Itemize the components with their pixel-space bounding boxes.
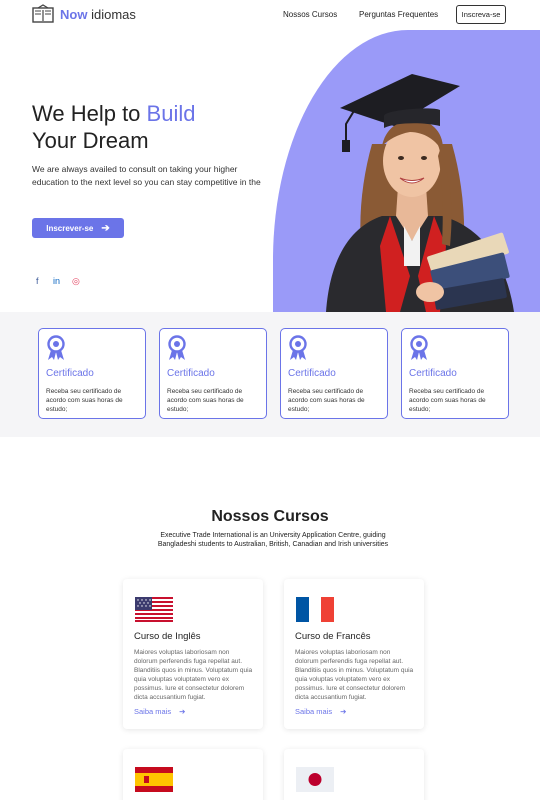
nav-perguntas-frequentes[interactable]: Perguntas Frequentes <box>359 10 438 19</box>
certificate-title: Certificado <box>409 368 457 379</box>
certificate-title: Certificado <box>167 368 215 379</box>
inscrever-se-label: Inscrever-se <box>46 223 94 233</box>
course-card-japones[interactable] <box>284 749 424 800</box>
hero-title-part2: Your Dream <box>32 128 149 153</box>
course-card-espanhol[interactable] <box>123 749 263 800</box>
courses-title: Nossos Cursos <box>211 508 329 525</box>
saiba-mais-link[interactable]: Saiba mais ➔ <box>295 707 346 716</box>
logo[interactable]: Now idiomas <box>32 4 136 24</box>
courses-subtitle: Executive Trade International is an Univ… <box>157 532 389 548</box>
france-flag-icon <box>296 597 334 622</box>
certificate-desc: Receba seu certificado de acordo com sua… <box>46 388 123 413</box>
saiba-mais-link[interactable]: Saiba mais ➔ <box>134 707 185 716</box>
arrow-right-icon: ➔ <box>340 707 347 716</box>
facebook-icon[interactable]: f <box>36 276 39 286</box>
graduate-student-image <box>326 74 514 312</box>
certificate-card: Certificado Receba seu certificado de ac… <box>38 328 146 419</box>
book-logo-icon <box>32 4 54 23</box>
award-ribbon-icon <box>289 335 307 360</box>
site-header: Now idiomas Nossos Cursos Perguntas Freq… <box>0 0 540 30</box>
hero-subtitle: We are always availed to consult on taki… <box>32 164 261 187</box>
certificate-desc: Receba seu certificado de acordo com sua… <box>167 388 244 413</box>
course-card-ingles[interactable]: Curso de Inglês Maiores voluptas laborio… <box>123 579 263 729</box>
award-ribbon-icon <box>410 335 428 360</box>
course-card-frances[interactable]: Curso de Francês Maiores voluptas labori… <box>284 579 424 729</box>
instagram-icon[interactable]: ◎ <box>72 276 80 287</box>
certificate-desc: Receba seu certificado de acordo com sua… <box>409 388 486 413</box>
certificate-title: Certificado <box>288 368 336 379</box>
inscreva-se-button[interactable]: Inscreva-se <box>456 5 506 24</box>
japan-flag-icon <box>296 767 334 792</box>
hero-title: We Help to Build Your Dream <box>32 100 272 154</box>
nav-nossos-cursos[interactable]: Nossos Cursos <box>283 10 337 19</box>
award-ribbon-icon <box>47 335 65 360</box>
certificate-card: Certificado Receba seu certificado de ac… <box>401 328 509 419</box>
award-ribbon-icon <box>168 335 186 360</box>
course-desc: Maiores voluptas laboriosam non dolorum … <box>295 649 414 701</box>
certificate-card: Certificado Receba seu certificado de ac… <box>159 328 267 419</box>
inscrever-se-button[interactable]: Inscrever-se ➔ <box>32 218 124 238</box>
hero-title-part1: We Help to <box>32 101 147 126</box>
spain-flag-icon <box>135 767 173 792</box>
course-name: Curso de Francês <box>295 631 371 642</box>
logo-brand: Now <box>60 6 88 22</box>
usa-flag-icon <box>135 597 173 622</box>
certificate-title: Certificado <box>46 368 94 379</box>
saiba-mais-label: Saiba mais <box>134 707 172 716</box>
course-name: Curso de Inglês <box>134 631 201 642</box>
course-desc: Maiores voluptas laboriosam non dolorum … <box>134 649 253 701</box>
certificate-desc: Receba seu certificado de acordo com sua… <box>288 388 365 413</box>
logo-rest: idiomas <box>91 6 136 22</box>
arrow-right-icon: ➔ <box>179 707 186 716</box>
hero-title-accent: Build <box>146 101 196 126</box>
certificate-card: Certificado Receba seu certificado de ac… <box>280 328 388 419</box>
linkedin-icon[interactable]: in <box>53 276 60 286</box>
arrow-right-icon: ➔ <box>101 222 110 234</box>
saiba-mais-label: Saiba mais <box>295 707 333 716</box>
